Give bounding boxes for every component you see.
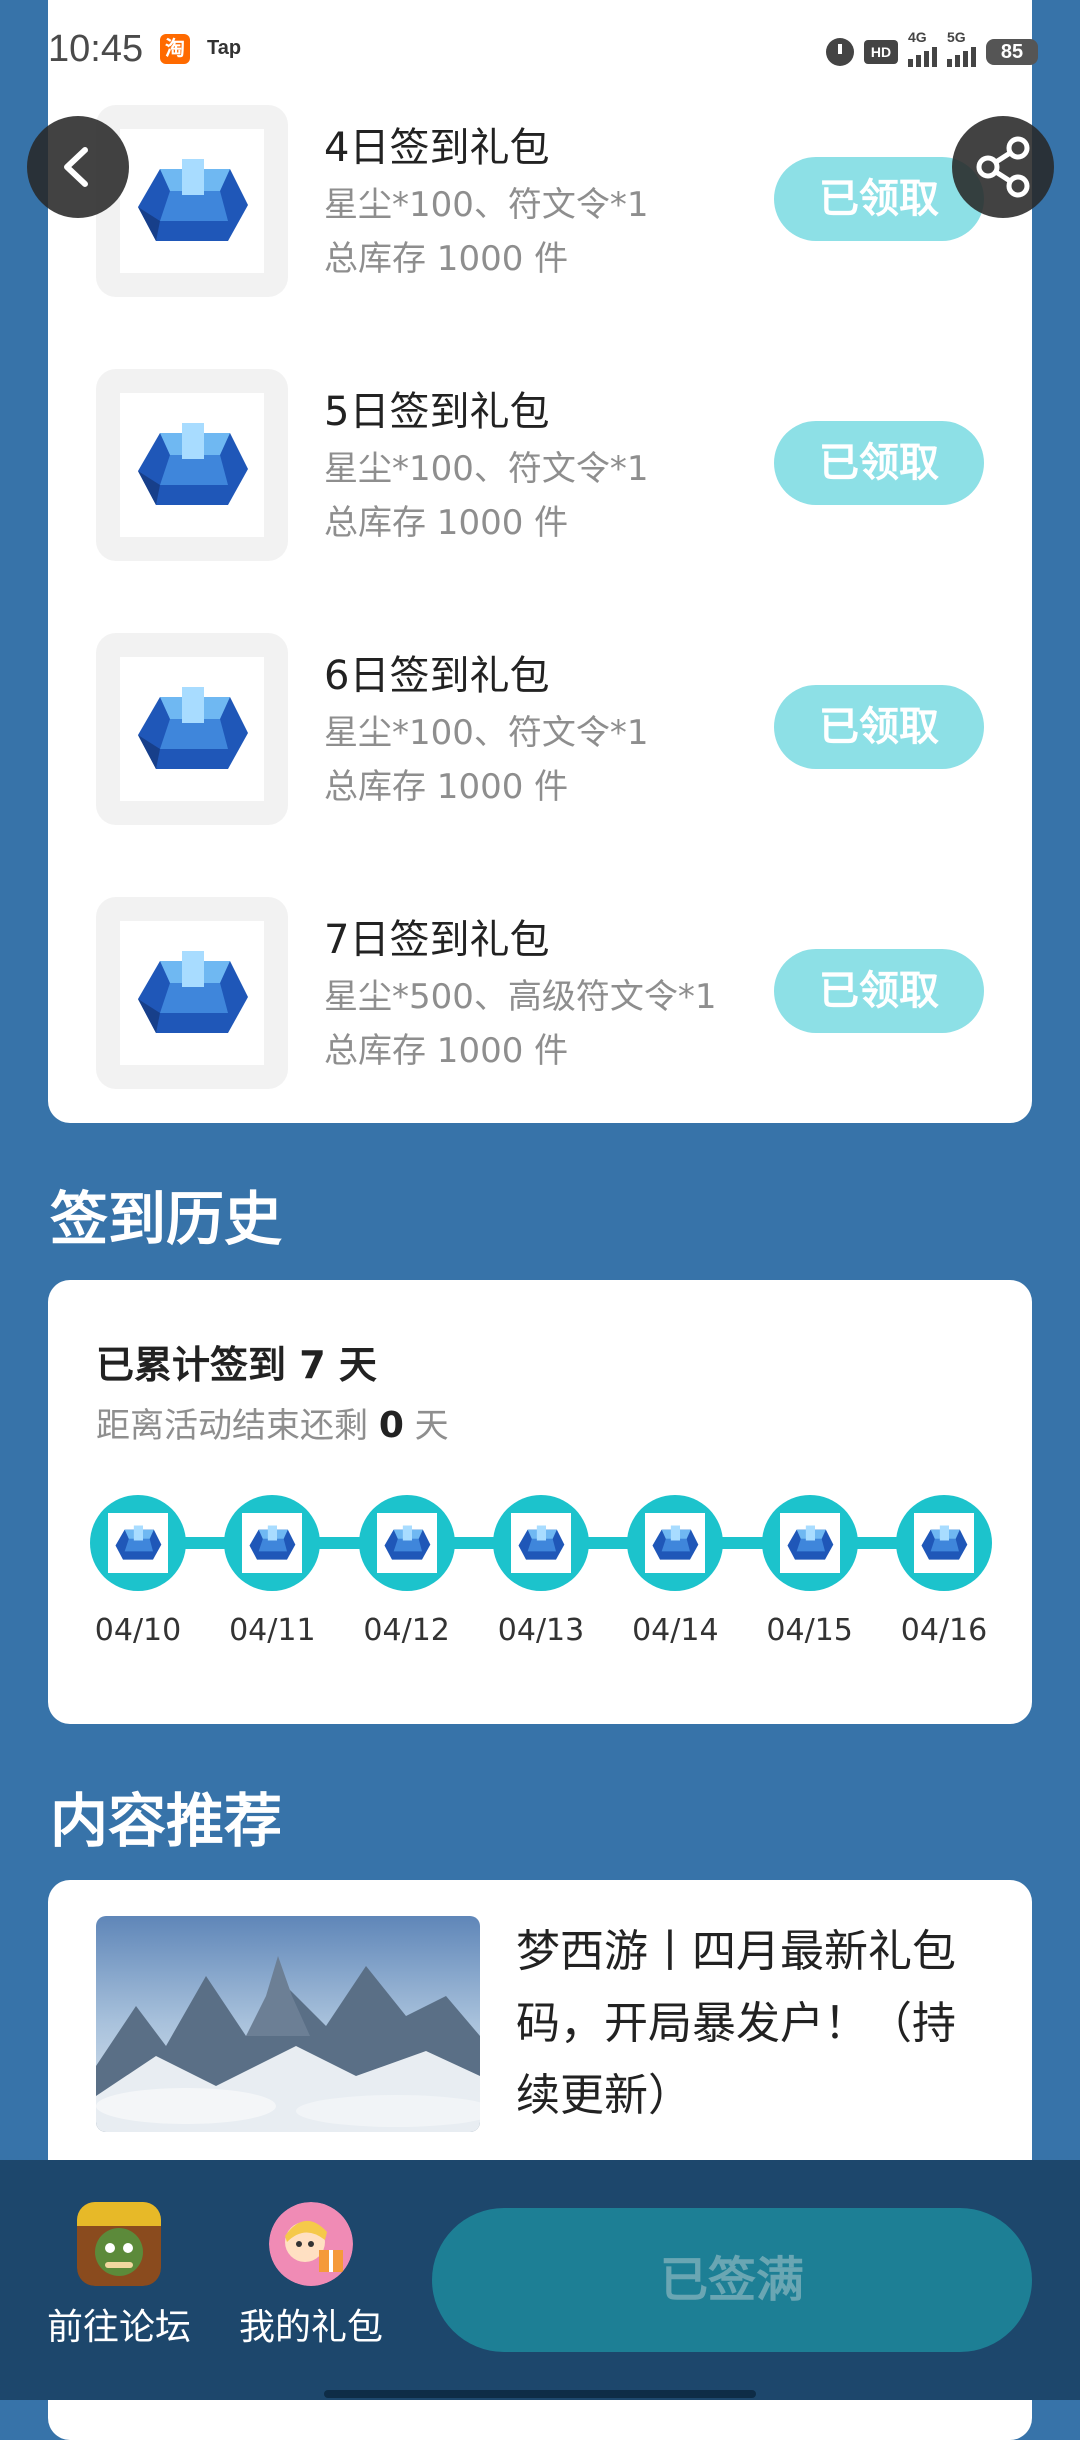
game-avatar-icon xyxy=(77,2202,161,2286)
treasure-chest-icon xyxy=(242,1513,303,1573)
treasure-chest-icon xyxy=(138,159,248,241)
remaining-prefix: 距离活动结束还剩 xyxy=(96,1406,379,1446)
treasure-chest-icon xyxy=(914,1513,974,1573)
timeline-date-label: 04/10 xyxy=(94,1613,182,1648)
treasure-chest-icon xyxy=(779,1513,840,1573)
alarm-icon xyxy=(826,38,854,66)
timeline-date-label: 04/11 xyxy=(229,1613,316,1648)
treasure-chest-icon xyxy=(138,423,248,505)
forum-nav-button[interactable]: 前往论坛 xyxy=(44,2202,194,2350)
fantasy-landscape-image xyxy=(96,1916,480,2132)
net-5g-label: 5G xyxy=(947,29,966,45)
gift-thumbnail xyxy=(96,633,288,825)
gift-thumbnail xyxy=(96,369,288,561)
gift-items: 星尘*100、符文令*1 xyxy=(324,449,649,489)
claimed-button[interactable]: 已领取 xyxy=(774,949,984,1033)
status-indicators: HD 4G 5G 85 xyxy=(826,29,1038,72)
timeline-day-node xyxy=(627,1495,724,1591)
share-icon xyxy=(976,136,1030,198)
gift-title: 5日签到礼包 xyxy=(324,389,550,435)
battery-icon: 85 xyxy=(986,39,1038,65)
gift-row: 4日签到礼包 星尘*100、符文令*1 总库存 1000 件 已领取 xyxy=(48,105,1032,297)
recommend-section-title: 内容推荐 xyxy=(50,1787,283,1855)
status-time: 10:45 xyxy=(48,28,144,70)
my-gifts-nav-button[interactable]: 我的礼包 xyxy=(236,2202,386,2350)
status-bar: 10:45 淘 Tap HD 4G 5G 85 xyxy=(0,0,1080,100)
gift-title: 7日签到礼包 xyxy=(324,917,550,963)
treasure-chest-icon xyxy=(645,1513,706,1573)
claimed-button[interactable]: 已领取 xyxy=(774,685,984,769)
history-section-title: 签到历史 xyxy=(50,1185,283,1253)
gift-row: 7日签到礼包 星尘*500、高级符文令*1 总库存 1000 件 已领取 xyxy=(48,897,1032,1089)
gift-stock: 总库存 1000 件 xyxy=(324,767,569,807)
hd-icon: HD xyxy=(864,40,898,64)
gift-stock: 总库存 1000 件 xyxy=(324,503,569,543)
remaining-suffix: 天 xyxy=(403,1406,449,1446)
net-4g-label: 4G xyxy=(908,29,927,45)
article-title[interactable]: 梦西游丨四月最新礼包码，开局暴发户！（持续更新） xyxy=(516,1916,986,2132)
treasure-chest-icon xyxy=(108,1513,168,1573)
timeline-date-label: 04/13 xyxy=(497,1613,585,1648)
treasure-chest-icon xyxy=(138,687,248,769)
gift-stock: 总库存 1000 件 xyxy=(324,239,569,279)
treasure-chest-icon xyxy=(138,951,248,1033)
tap-app-icon: Tap xyxy=(207,37,242,59)
bottom-bar: 前往论坛 我的礼包 已签满 xyxy=(0,2160,1080,2400)
share-button[interactable] xyxy=(952,116,1054,218)
timeline-day-node xyxy=(90,1495,186,1591)
remaining-days-value: 0 xyxy=(378,1405,404,1446)
gift-title: 4日签到礼包 xyxy=(324,125,550,171)
gift-stock: 总库存 1000 件 xyxy=(324,1031,569,1071)
treasure-chest-icon xyxy=(511,1513,571,1573)
gift-title: 6日签到礼包 xyxy=(324,653,550,699)
timeline-date-label: 04/14 xyxy=(632,1613,719,1648)
signal-4g-icon: 4G xyxy=(908,29,937,67)
gift-thumbnail xyxy=(96,897,288,1089)
signal-5g-icon: 5G xyxy=(947,29,976,67)
sign-in-timeline: 04/10 04/11 04/12 04/13 04/14 04/15 04/16 xyxy=(48,1495,1032,1648)
gift-row: 6日签到礼包 星尘*100、符文令*1 总库存 1000 件 已领取 xyxy=(48,633,1032,825)
back-button[interactable] xyxy=(27,116,129,218)
remaining-days: 距离活动结束还剩 0 天 xyxy=(96,1398,449,1447)
timeline-date-label: 04/15 xyxy=(766,1613,853,1648)
signed-full-button[interactable]: 已签满 xyxy=(432,2208,1032,2352)
gift-items: 星尘*100、符文令*1 xyxy=(324,185,649,225)
gift-list-card: 4日签到礼包 星尘*100、符文令*1 总库存 1000 件 已领取 5日签到礼… xyxy=(48,0,1032,1123)
sign-in-history-card: 已累计签到 7 天 距离活动结束还剩 0 天 04/10 04/11 04/12 04… xyxy=(48,1280,1032,1724)
timeline-day-node xyxy=(358,1495,455,1591)
gift-row: 5日签到礼包 星尘*100、符文令*1 总库存 1000 件 已领取 xyxy=(48,369,1032,561)
gift-items: 星尘*100、符文令*1 xyxy=(324,713,649,753)
timeline-day-node xyxy=(896,1495,992,1591)
timeline-day-node xyxy=(493,1495,589,1591)
sign-in-count: 已累计签到 7 天 xyxy=(96,1343,377,1387)
timeline-date-label: 04/16 xyxy=(900,1613,988,1648)
my-gifts-label: 我的礼包 xyxy=(238,2307,383,2348)
chevron-left-icon xyxy=(64,147,88,187)
timeline-date-label: 04/12 xyxy=(363,1613,450,1648)
home-indicator[interactable] xyxy=(324,2390,756,2398)
claimed-button[interactable]: 已领取 xyxy=(774,421,984,505)
treasure-chest-icon xyxy=(376,1513,437,1573)
timeline-day-node xyxy=(224,1495,321,1591)
timeline-day-node xyxy=(761,1495,858,1591)
forum-label: 前往论坛 xyxy=(46,2307,191,2348)
article-thumbnail[interactable] xyxy=(96,1916,480,2132)
gift-items: 星尘*500、高级符文令*1 xyxy=(324,977,717,1017)
taobao-app-icon: 淘 xyxy=(160,34,190,64)
gift-mascot-icon xyxy=(269,2202,353,2286)
